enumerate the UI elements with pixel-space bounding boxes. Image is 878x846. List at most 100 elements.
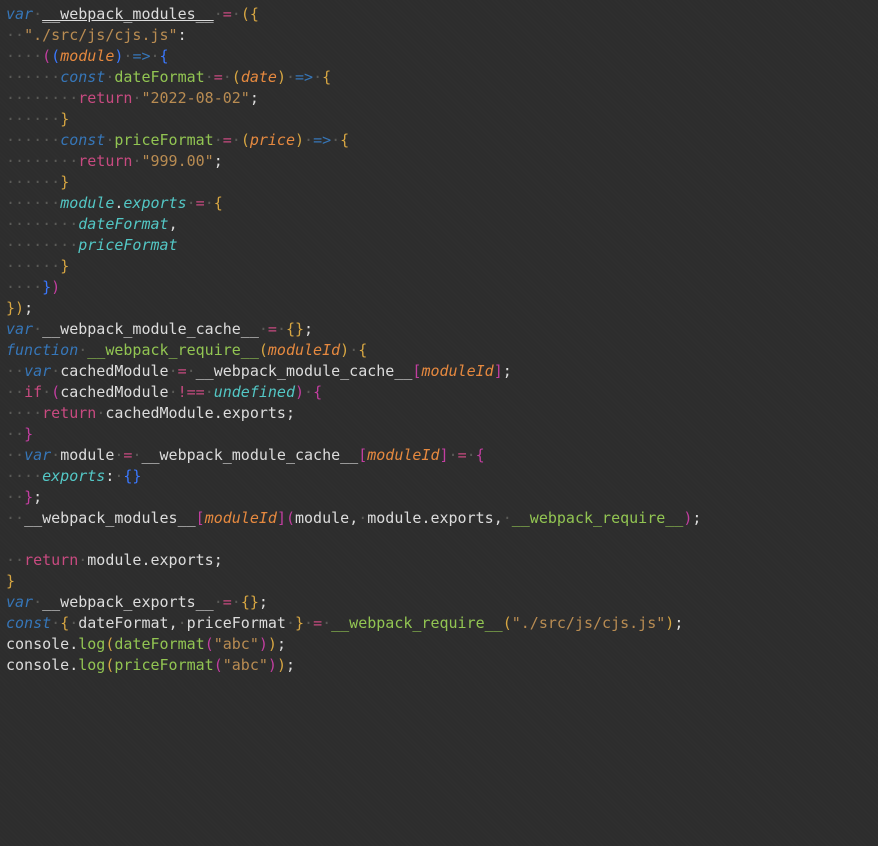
ws: ······ [6, 68, 60, 86]
id: dateFormat [78, 215, 168, 233]
brace: } [60, 257, 69, 275]
id: console [6, 656, 69, 674]
ws: · [223, 68, 232, 86]
ws: · [214, 5, 223, 23]
semi: ; [259, 593, 268, 611]
ws: · [69, 614, 78, 632]
str: "./src/js/cjs.js" [24, 26, 178, 44]
str: "abc" [223, 656, 268, 674]
str: "2022-08-02" [141, 89, 249, 107]
ws: ······ [6, 194, 60, 212]
ws: ······ [6, 173, 60, 191]
paren: ) [340, 341, 349, 359]
paren: ( [205, 635, 214, 653]
op: = [178, 362, 187, 380]
ws: · [467, 446, 476, 464]
op: = [223, 131, 232, 149]
fn: __webpack_require__ [87, 341, 259, 359]
ws: · [304, 131, 313, 149]
comma: , [494, 509, 503, 527]
str: "999.00" [141, 152, 213, 170]
param: moduleId [421, 362, 493, 380]
dot: . [69, 635, 78, 653]
fn: __webpack_require__ [512, 509, 684, 527]
paren: ( [51, 383, 60, 401]
kw: return [78, 89, 132, 107]
id: exports [430, 509, 493, 527]
op: = [313, 614, 322, 632]
brace: } [295, 614, 304, 632]
fn: dateFormat [114, 68, 204, 86]
semi: ; [24, 299, 33, 317]
kw: return [24, 551, 78, 569]
paren: ) [277, 68, 286, 86]
op: !== [178, 383, 205, 401]
ws: ···· [6, 278, 42, 296]
ws: · [33, 593, 42, 611]
brace: { [340, 131, 349, 149]
ws: · [51, 446, 60, 464]
semi: ; [286, 404, 295, 422]
semi: ; [503, 362, 512, 380]
brace: } [6, 299, 15, 317]
ws: · [503, 509, 512, 527]
ws: · [78, 341, 87, 359]
str: "./src/js/cjs.js" [512, 614, 666, 632]
id: module [295, 509, 349, 527]
comma: , [349, 509, 358, 527]
op: = [223, 593, 232, 611]
semi: ; [214, 152, 223, 170]
ws: · [205, 194, 214, 212]
paren: ) [268, 635, 277, 653]
paren: ) [51, 278, 60, 296]
op: = [223, 5, 232, 23]
fn: priceFormat [114, 131, 213, 149]
ws: ········ [6, 152, 78, 170]
paren: ) [277, 656, 286, 674]
ws: ·· [6, 425, 24, 443]
fn: __webpack_require__ [331, 614, 503, 632]
kw: var [6, 593, 33, 611]
fn: log [78, 635, 105, 653]
ws: · [187, 194, 196, 212]
op: = [196, 194, 205, 212]
semi: ; [286, 656, 295, 674]
colon: : [178, 26, 187, 44]
param: date [241, 68, 277, 86]
brace: } [60, 173, 69, 191]
ws: · [286, 68, 295, 86]
id: __webpack_module_cache__ [141, 446, 358, 464]
ws: · [313, 68, 322, 86]
semi: ; [214, 551, 223, 569]
obj: {} [241, 593, 259, 611]
id: __webpack_modules__ [42, 5, 214, 23]
dot: . [141, 551, 150, 569]
paren: ( [503, 614, 512, 632]
paren: ( [241, 5, 250, 23]
kw: const [6, 614, 51, 632]
id: __webpack_module_cache__ [42, 320, 259, 338]
dot: . [214, 404, 223, 422]
ws: · [232, 593, 241, 611]
ws: ······ [6, 257, 60, 275]
bracket: ] [440, 446, 449, 464]
kw: return [78, 152, 132, 170]
kw: const [60, 131, 105, 149]
ws: · [169, 362, 178, 380]
ws: ······ [6, 131, 60, 149]
ws: ···· [6, 467, 42, 485]
comma: , [169, 215, 178, 233]
obj: {} [286, 320, 304, 338]
ws: · [286, 614, 295, 632]
ws: ·· [6, 26, 24, 44]
op: = [268, 320, 277, 338]
id: exports [151, 551, 214, 569]
code-editor[interactable]: var·__webpack_modules__·=·({ ··"./src/js… [0, 0, 878, 684]
id: exports [223, 404, 286, 422]
arrow: => [313, 131, 331, 149]
paren: ) [259, 635, 268, 653]
brace: } [24, 488, 33, 506]
semi: ; [33, 488, 42, 506]
ws: · [358, 509, 367, 527]
semi: ; [250, 89, 259, 107]
